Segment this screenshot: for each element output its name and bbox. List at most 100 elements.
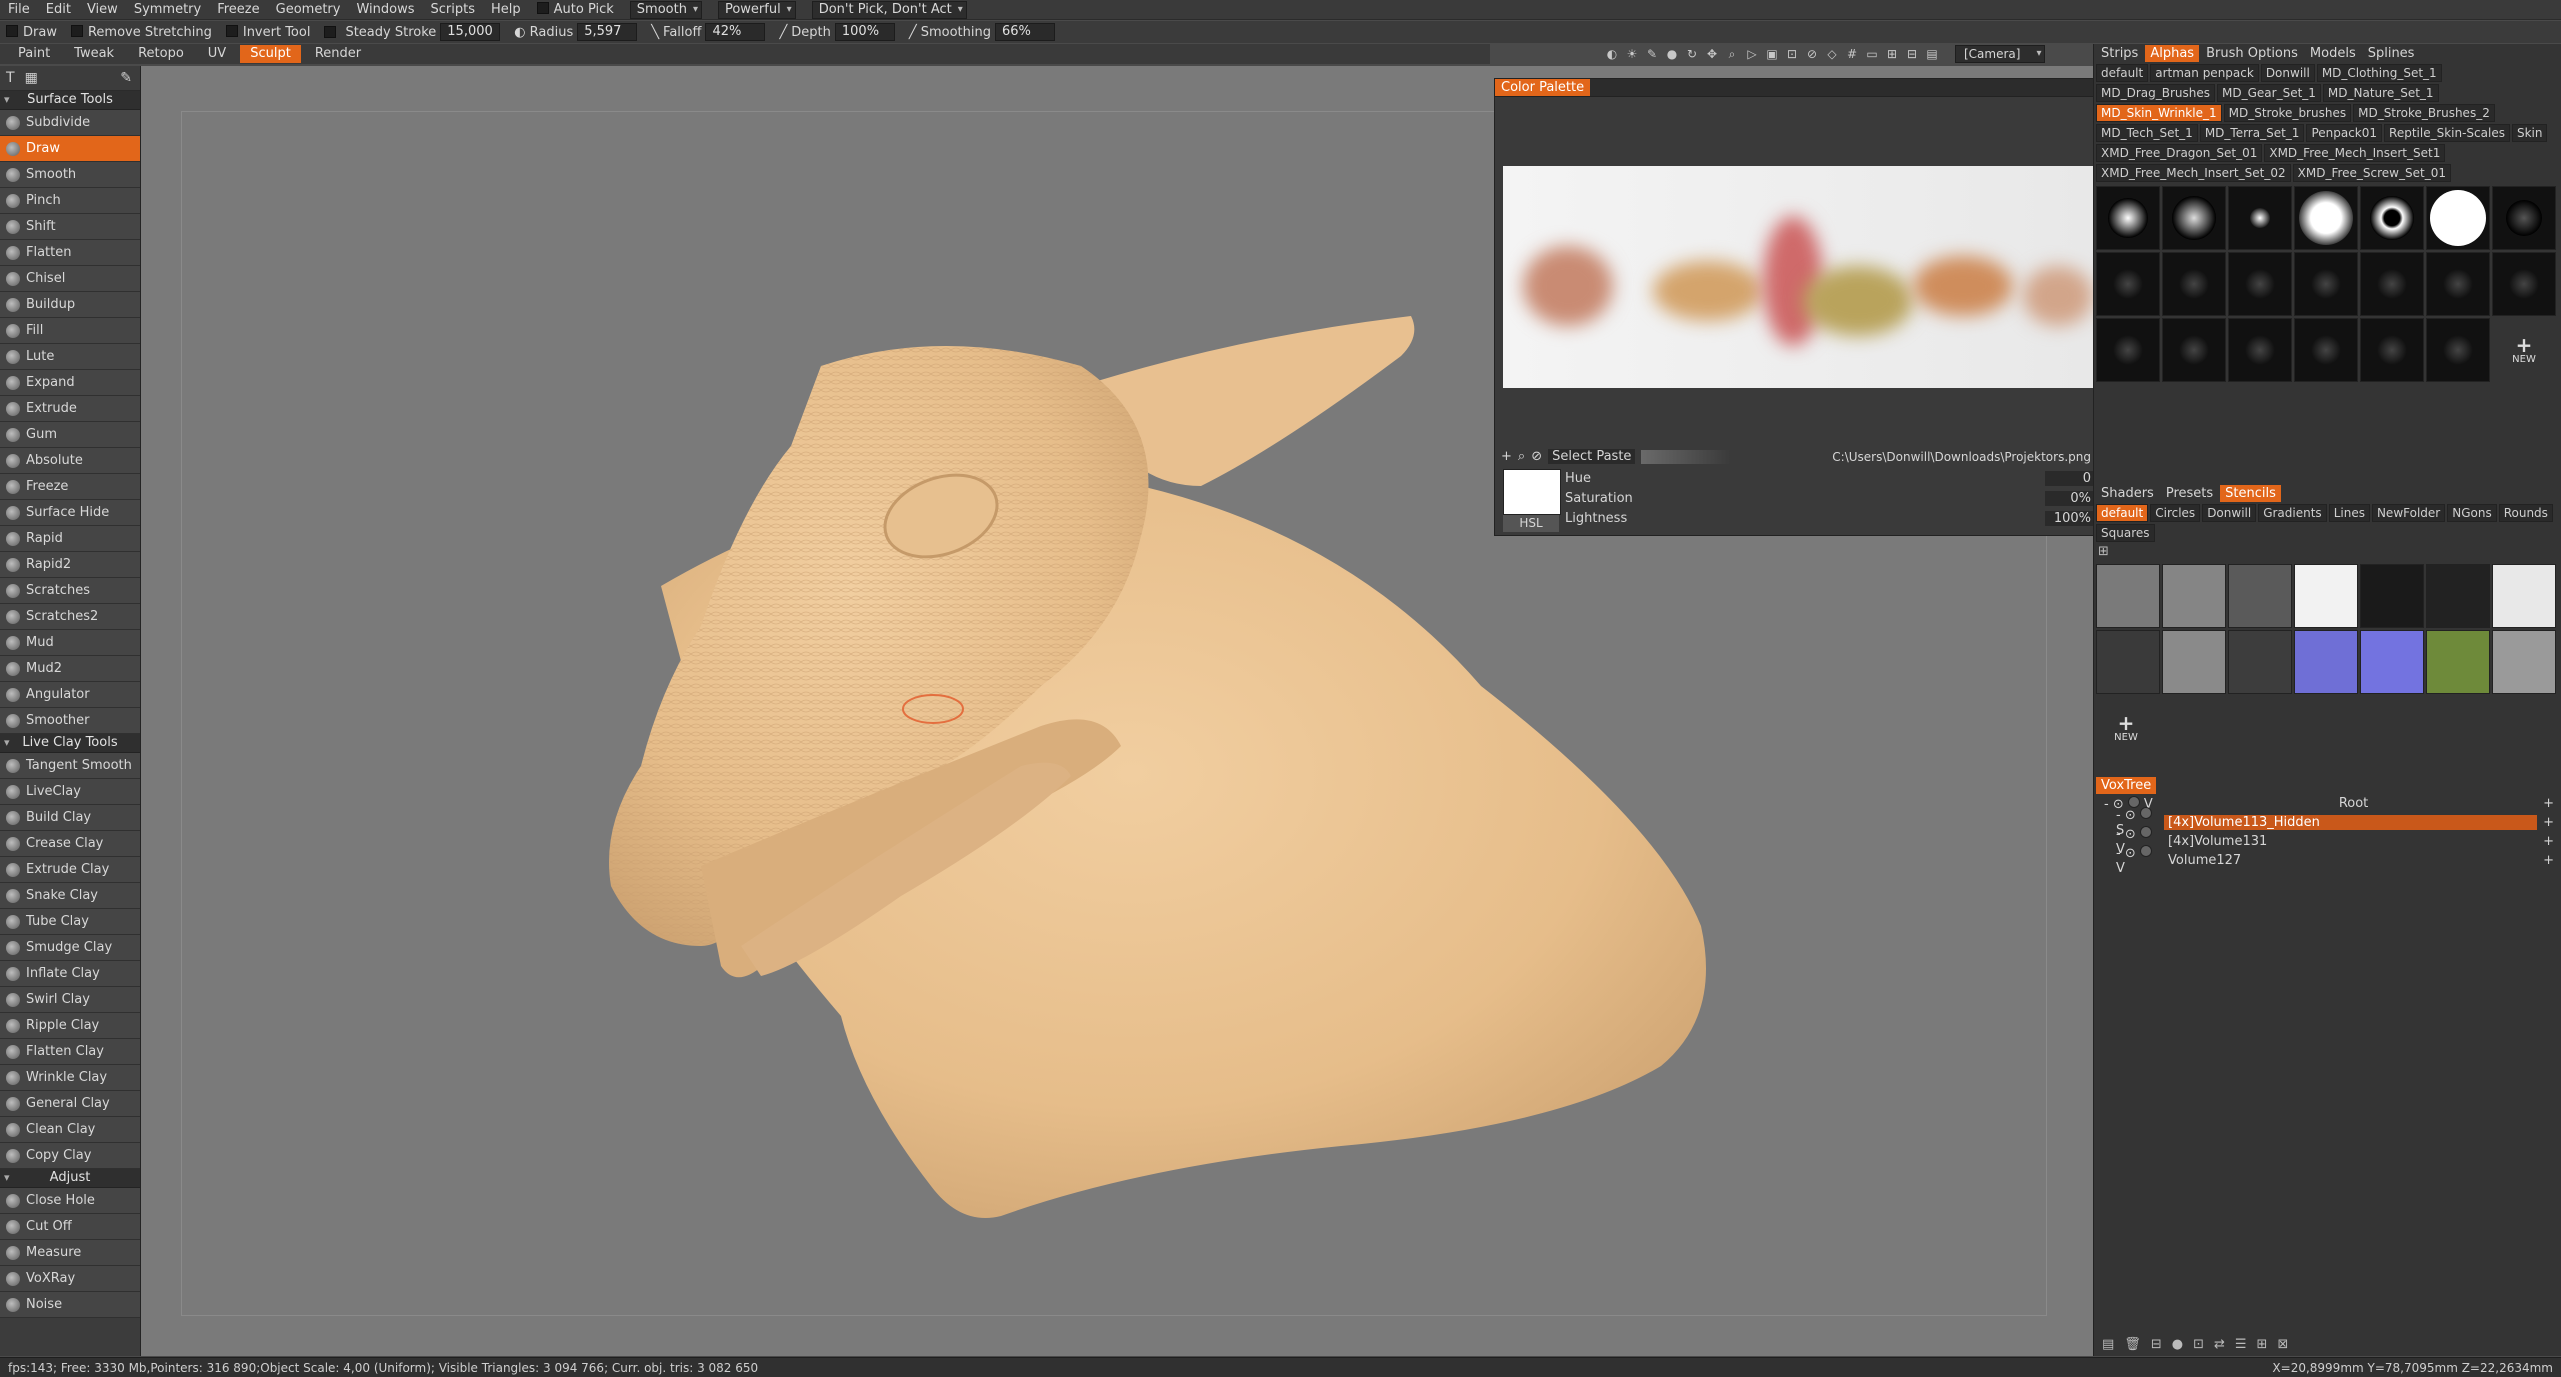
- tool-expand[interactable]: Expand: [0, 370, 140, 396]
- new-alpha-button[interactable]: + NEW: [2492, 318, 2556, 382]
- visibility-icon[interactable]: [2139, 807, 2152, 819]
- tool-pinch[interactable]: Pinch: [0, 188, 140, 214]
- alpha-thumbnail[interactable]: [2360, 186, 2424, 250]
- tool-liveclay[interactable]: LiveClay: [0, 779, 140, 805]
- no-icon[interactable]: ⊘: [1531, 449, 1542, 464]
- tab-models[interactable]: Models: [2305, 45, 2361, 62]
- tool-inflate-clay[interactable]: Inflate Clay: [0, 961, 140, 987]
- select-paste-button[interactable]: Select Paste: [1548, 449, 1636, 464]
- radius-field[interactable]: ◐ Radius 5,597: [514, 23, 638, 41]
- visibility-icon[interactable]: [2127, 795, 2140, 808]
- set-penpack01[interactable]: Penpack01: [2306, 124, 2383, 142]
- alpha-thumbnail[interactable]: [2360, 252, 2424, 316]
- steady-stroke-field[interactable]: Steady Stroke 15,000: [324, 23, 501, 41]
- expand-icon[interactable]: - ⊙: [2116, 827, 2140, 842]
- alpha-thumbnail[interactable]: [2426, 318, 2490, 382]
- tool-flatten-clay[interactable]: Flatten Clay: [0, 1039, 140, 1065]
- new-stencil-button[interactable]: + NEW: [2094, 696, 2158, 760]
- depth-value[interactable]: 100%: [834, 23, 895, 41]
- tab-shaders[interactable]: Shaders: [2096, 485, 2159, 502]
- set-default[interactable]: default: [2096, 64, 2149, 82]
- room-tab-paint[interactable]: Paint: [8, 45, 60, 63]
- voxtree-item-name[interactable]: [4x]Volume113_Hidden: [2164, 815, 2538, 830]
- zoom-icon[interactable]: ⌕: [1725, 47, 1739, 61]
- tab-presets[interactable]: Presets: [2161, 485, 2218, 502]
- brush-icon[interactable]: ✎: [1645, 47, 1659, 61]
- tool-gum[interactable]: Gum: [0, 422, 140, 448]
- set-reptile-skin-scales[interactable]: Reptile_Skin-Scales: [2384, 124, 2510, 142]
- smooth-dropdown[interactable]: Smooth: [629, 0, 702, 19]
- tool-absolute[interactable]: Absolute: [0, 448, 140, 474]
- hue-row[interactable]: Hue 0: [1565, 469, 2095, 488]
- tool-swirl-clay[interactable]: Swirl Clay: [0, 987, 140, 1013]
- falloff-field[interactable]: ╲ Falloff 42%: [651, 23, 766, 41]
- maximize-icon[interactable]: ⊞: [1885, 47, 1899, 61]
- clone-icon[interactable]: ⊡: [2193, 1337, 2204, 1352]
- play-icon[interactable]: ▷: [1745, 47, 1759, 61]
- transform-icon[interactable]: ⊠: [2277, 1337, 2288, 1352]
- saturation-value[interactable]: 0%: [2045, 491, 2095, 506]
- pick-mode-dropdown[interactable]: Don't Pick, Don't Act: [811, 0, 967, 19]
- tool-noise[interactable]: Noise: [0, 1292, 140, 1318]
- stencil-thumbnail[interactable]: [2228, 630, 2292, 694]
- menu-help[interactable]: Help: [491, 2, 521, 17]
- set-ngons[interactable]: NGons: [2447, 504, 2497, 522]
- menu-freeze[interactable]: Freeze: [217, 2, 259, 17]
- set-md-clothing-set-1[interactable]: MD_Clothing_Set_1: [2316, 64, 2442, 82]
- set-gradients[interactable]: Gradients: [2258, 504, 2327, 522]
- tool-smoother[interactable]: Smoother: [0, 708, 140, 734]
- set-md-gear-set-1[interactable]: MD_Gear_Set_1: [2217, 84, 2321, 102]
- stencil-thumbnail[interactable]: [2426, 564, 2490, 628]
- alpha-thumbnail[interactable]: [2228, 318, 2292, 382]
- room-tab-uv[interactable]: UV: [198, 45, 236, 63]
- tool-tube-clay[interactable]: Tube Clay: [0, 909, 140, 935]
- alpha-thumbnail[interactable]: [2294, 186, 2358, 250]
- stencil-thumbnail[interactable]: [2294, 630, 2358, 694]
- stencil-thumbnail[interactable]: [2096, 630, 2160, 694]
- radius-value[interactable]: 5,597: [577, 23, 638, 41]
- alpha-thumbnail[interactable]: [2426, 252, 2490, 316]
- tool-surface-hide[interactable]: Surface Hide: [0, 500, 140, 526]
- expand-icon[interactable]: - ⊙: [2116, 808, 2140, 823]
- tool-wrinkle-clay[interactable]: Wrinkle Clay: [0, 1065, 140, 1091]
- adjust-tools-header[interactable]: Adjust: [0, 1169, 140, 1188]
- liveclay-tools-header[interactable]: Live Clay Tools: [0, 734, 140, 753]
- alpha-thumbnail[interactable]: [2162, 186, 2226, 250]
- layout-icon[interactable]: ▤: [1925, 47, 1939, 61]
- import-icon[interactable]: ⊞: [2257, 1337, 2268, 1352]
- tool-close-hole[interactable]: Close Hole: [0, 1188, 140, 1214]
- alpha-thumbnail[interactable]: [2096, 318, 2160, 382]
- set-donwill[interactable]: Donwill: [2202, 504, 2257, 522]
- frame-icon[interactable]: ▣: [1765, 47, 1779, 61]
- menu-edit[interactable]: Edit: [46, 2, 71, 17]
- voxtree-item-icons[interactable]: - ⊙ V: [2116, 845, 2164, 876]
- menu-symmetry[interactable]: Symmetry: [134, 2, 201, 17]
- tab-stencils[interactable]: Stencils: [2220, 484, 2281, 502]
- invert-tool-toggle[interactable]: Invert Tool: [225, 24, 310, 40]
- tool-angulator[interactable]: Angulator: [0, 682, 140, 708]
- tool-copy-clay[interactable]: Copy Clay: [0, 1143, 140, 1169]
- voxtree-root[interactable]: - ⊙ V Root +: [2094, 794, 2561, 813]
- tool-clean-clay[interactable]: Clean Clay: [0, 1117, 140, 1143]
- light-icon[interactable]: ☀: [1625, 47, 1639, 61]
- tab-splines[interactable]: Splines: [2363, 45, 2420, 62]
- voxtree-item[interactable]: - ⊙ V Volume127 +: [2094, 845, 2561, 876]
- rotate-icon[interactable]: ↻: [1685, 47, 1699, 61]
- set-md-drag-brushes[interactable]: MD_Drag_Brushes: [2096, 84, 2216, 102]
- camera-dropdown[interactable]: [Camera]: [1955, 45, 2046, 63]
- tool-measure[interactable]: Measure: [0, 1240, 140, 1266]
- stencil-thumbnail[interactable]: [2426, 630, 2490, 694]
- tool-smooth[interactable]: Smooth: [0, 162, 140, 188]
- tool-lute[interactable]: Lute: [0, 344, 140, 370]
- merge-icon[interactable]: ⊟: [2151, 1337, 2162, 1352]
- set-skin[interactable]: Skin: [2511, 124, 2548, 142]
- room-tab-tweak[interactable]: Tweak: [64, 45, 124, 63]
- menu-scripts[interactable]: Scripts: [431, 2, 475, 17]
- grid-icon[interactable]: #: [1845, 47, 1859, 61]
- tool-mud2[interactable]: Mud2: [0, 656, 140, 682]
- set-xmd-free-mech-insert-set-02[interactable]: XMD_Free_Mech_Insert_Set_02: [2096, 164, 2291, 182]
- tool-subdivide[interactable]: Subdivide: [0, 110, 140, 136]
- menu-file[interactable]: File: [8, 2, 30, 17]
- menu-windows[interactable]: Windows: [356, 2, 414, 17]
- tool-voxray[interactable]: VoXRay: [0, 1266, 140, 1292]
